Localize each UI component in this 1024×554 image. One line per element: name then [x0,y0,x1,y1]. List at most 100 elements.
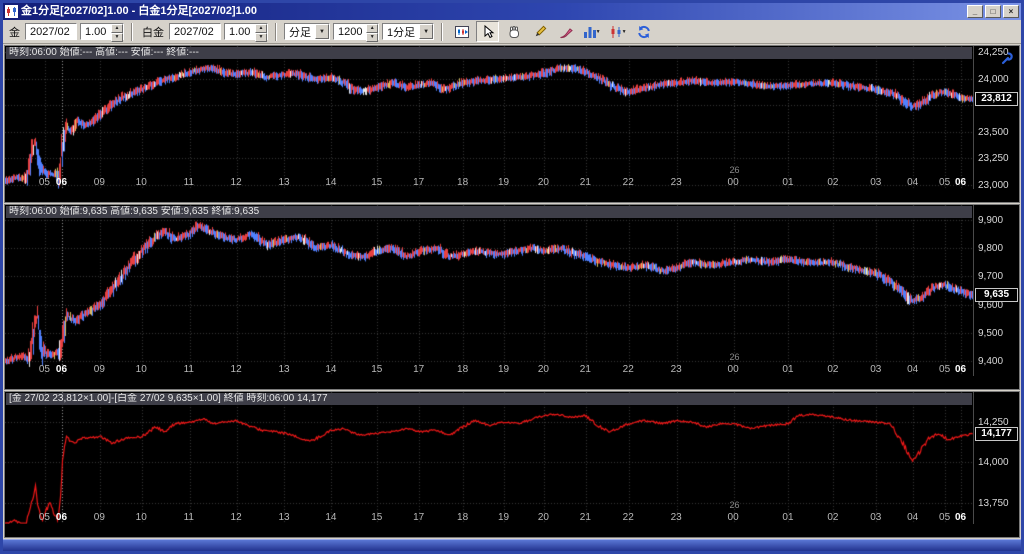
spin-up-icon[interactable]: ▲ [366,24,378,33]
select-tool-button[interactable] [476,21,499,42]
bar-chart-type-button[interactable]: ▼ [580,21,603,42]
chevron-down-icon[interactable]: ▼ [315,24,329,39]
spin-down-icon[interactable]: ▼ [366,33,378,42]
x-axis-label: 19 [498,177,509,189]
x-axis-label: 15 [371,364,382,376]
x-axis-label: 06 [955,512,966,524]
chevron-down-icon[interactable]: ▼ [419,24,433,39]
platinum-x-axis: 0506091011121314151718192021222300010203… [5,363,927,376]
gold-multiplier-spinner[interactable]: ▲▼ [111,24,123,39]
bar-count-field[interactable]: 1200 ▲▼ [333,23,379,40]
y-axis-label: 9,900 [978,215,1003,226]
refresh-button[interactable] [632,21,655,42]
gold-x-axis: 0506091011121314151718192021222300010203… [5,176,927,189]
platinum-contract-field[interactable]: 2027/02 [169,23,221,40]
y-axis-label: 13,750 [978,498,1009,509]
gold-multiplier-field[interactable]: 1.00 ▲▼ [80,23,124,40]
x-axis-label: 10 [136,177,147,189]
x-axis-label: 18 [457,512,468,524]
x-axis-label: 02 [827,364,838,376]
x-axis-label: 06 [56,512,67,524]
x-axis-label: 09 [94,177,105,189]
chevron-down-icon: ▼ [622,29,627,35]
spread-info-line: [金 27/02 23,812×1.00]-[白金 27/02 9,635×1.… [6,393,972,405]
period-type-dropdown[interactable]: 分足 ▼ [284,23,330,40]
status-bar [3,539,1021,551]
gold-chart-canvas[interactable] [5,46,973,189]
x-axis-label: 15 [371,177,382,189]
gold-plot: 時刻:06:00 始値:--- 高値:--- 安値:--- 終値:--- 05 0… [5,46,973,189]
platinum-plot: 時刻:06:00 始値:9,635 高値:9,635 安値:9,635 終値:9… [5,205,973,376]
chart-area: 時刻:06:00 始値:--- 高値:--- 安値:--- 終値:--- 05 0… [3,44,1021,539]
spin-down-icon[interactable]: ▼ [111,33,123,42]
x-axis-label: 17 [413,364,424,376]
x-axis-label: 00 [728,512,739,524]
platinum-chart-canvas[interactable] [5,205,973,376]
close-button[interactable]: × [1003,5,1019,18]
platinum-multiplier-spinner[interactable]: ▲▼ [255,24,267,39]
bar-count-spinner[interactable]: ▲▼ [366,24,378,39]
brush-tool-button[interactable] [554,21,577,42]
gold-multiplier-value: 1.00 [85,26,110,38]
settings-wrench-button[interactable] [997,49,1017,67]
window-title: 金1分足[2027/02]1.00 - 白金1分足[2027/02]1.00 [21,3,967,20]
interval-dropdown[interactable]: 1分足 ▼ [382,23,434,40]
x-axis-label: 21 [580,364,591,376]
x-axis-label: 02 [827,512,838,524]
y-axis-label: 14,000 [978,457,1009,468]
date-marker: 26 [730,352,740,362]
x-axis-label: 23 [671,364,682,376]
x-axis-label: 01 [782,177,793,189]
candle-chart-type-button[interactable]: ▼ [606,21,629,42]
toolbar-separator [131,23,133,41]
x-axis-label: 11 [184,177,194,189]
spread-plot: [金 27/02 23,812×1.00]-[白金 27/02 9,635×1.… [5,392,973,524]
x-axis-label: 20 [538,364,549,376]
x-axis-label: 06 [955,364,966,376]
x-axis-label: 18 [457,364,468,376]
chart-panel-platinum: 時刻:06:00 始値:9,635 高値:9,635 安値:9,635 終値:9… [4,204,1020,390]
y-axis-label: 9,700 [978,271,1003,282]
x-axis-label: 12 [231,177,242,189]
chart-layout-button[interactable] [450,21,473,42]
date-marker: 26 [730,500,740,510]
spread-chart-canvas[interactable] [5,392,973,524]
x-axis-label: 14 [325,364,336,376]
chevron-down-icon: ▼ [596,29,601,35]
platinum-multiplier-value: 1.00 [229,26,254,38]
spin-up-icon[interactable]: ▲ [111,24,123,33]
spread-y-axis: 14,25014,00013,75014,177 [973,392,1019,524]
x-axis-label: 04 [907,364,918,376]
x-axis-label: 21 [580,177,591,189]
x-axis-label: 04 [907,512,918,524]
x-axis-label: 12 [231,512,242,524]
current-price-badge: 14,177 [975,427,1018,441]
chart-panel-gold: 時刻:06:00 始値:--- 高値:--- 安値:--- 終値:--- 05 0… [4,45,1020,203]
spin-up-icon[interactable]: ▲ [255,24,267,33]
date-marker: 26 [730,165,740,175]
y-axis-label: 9,800 [978,243,1003,254]
x-axis-label: 01 [782,364,793,376]
x-axis-label: 20 [538,512,549,524]
x-axis-label: 05 [39,177,50,189]
platinum-multiplier-field[interactable]: 1.00 ▲▼ [224,23,268,40]
x-axis-label: 05 [39,364,50,376]
current-price-badge: 23,812 [975,92,1018,106]
title-bar[interactable]: 金1分足[2027/02]1.00 - 白金1分足[2027/02]1.00 _… [3,3,1021,20]
gold-info-line: 時刻:06:00 始値:--- 高値:--- 安値:--- 終値:--- [6,47,972,59]
x-axis-label: 14 [325,512,336,524]
x-axis-label: 13 [278,512,289,524]
x-axis-label: 05 [939,512,950,524]
gold-contract-field[interactable]: 2027/02 [25,23,77,40]
toolbar: 金 2027/02 1.00 ▲▼ 白金 2027/02 1.00 ▲▼ 分足 … [3,20,1021,44]
minimize-button[interactable]: _ [967,5,983,18]
pencil-tool-button[interactable] [528,21,551,42]
y-axis-label: 23,000 [978,180,1009,191]
x-axis-label: 10 [136,364,147,376]
x-axis-label: 10 [136,512,147,524]
restore-button[interactable]: □ [985,5,1001,18]
pan-tool-button[interactable] [502,21,525,42]
x-axis-label: 22 [623,512,634,524]
spin-down-icon[interactable]: ▼ [255,33,267,42]
x-axis-label: 03 [870,177,881,189]
